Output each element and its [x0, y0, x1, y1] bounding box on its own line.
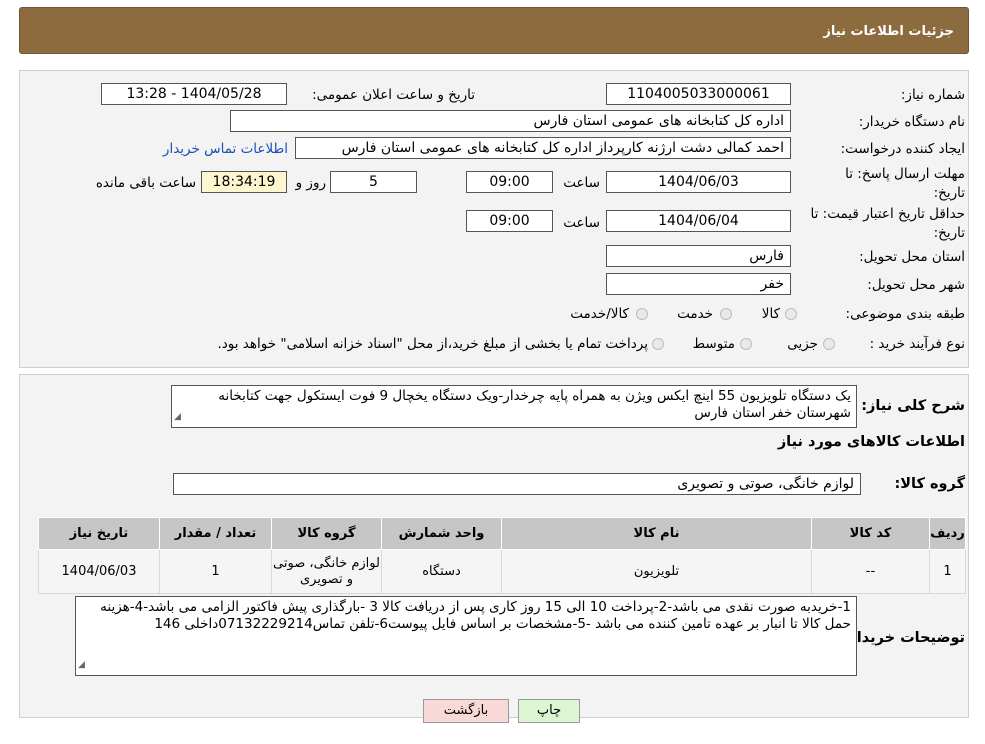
buyer-notes-label: توضیحات خریدار: [842, 630, 965, 646]
buyer-org-label: نام دستگاه خریدار: [858, 114, 965, 130]
cell-item-group: لوازم خانگی، صوتی و تصویری [271, 549, 382, 594]
col-header-row-number: ردیف [929, 517, 966, 550]
announce-date-field: 1404/05/28 - 13:28 [101, 83, 287, 105]
cell-quantity: 1 [159, 549, 272, 594]
purchase-radio-minor[interactable] [823, 338, 835, 350]
col-header-unit: واحد شمارش [381, 517, 502, 550]
category-radio-goods-service[interactable] [636, 308, 648, 320]
print-button[interactable]: چاپ [518, 699, 580, 723]
days-label: روز و [295, 175, 326, 191]
page-header: جزئیات اطلاعات نیاز [19, 7, 969, 54]
category-radio-goods[interactable] [785, 308, 797, 320]
category-label: طبقه بندی موضوعی: [845, 306, 965, 322]
purchase-note: پرداخت تمام یا بخشی از مبلغ خرید،از محل … [217, 336, 648, 352]
cell-unit: دستگاه [381, 549, 502, 594]
reply-date-field: 1404/06/03 [606, 171, 791, 193]
announce-date-label: تاریخ و ساعت اعلان عمومی: [312, 87, 475, 103]
description-label: شرح کلی نیاز: [861, 398, 965, 414]
table-header-row: ردیف کد کالا نام کالا واحد شمارش گروه کا… [38, 517, 966, 550]
purchase-radio-medium[interactable] [740, 338, 752, 350]
reply-deadline-label: مهلت ارسال پاسخ: تا تاریخ: [845, 166, 965, 201]
cell-item-code: -- [811, 549, 930, 594]
goods-group-label: گروه کالا: [894, 476, 965, 492]
cell-item-name: تلویزیون [501, 549, 812, 594]
resize-grip-icon[interactable]: ◢ [78, 657, 85, 674]
buyer-notes-textarea[interactable]: 1-خریدبه صورت نقدی می باشد-2-پرداخت 10 ا… [75, 596, 857, 676]
purchase-option-medium: متوسط [692, 336, 735, 352]
remaining-time-field: 18:34:19 [201, 171, 287, 193]
cell-row-number: 1 [929, 549, 966, 594]
days-field: 5 [330, 171, 417, 193]
description-text: یک دستگاه تلویزیون 55 اینچ ایکس ویژن به … [218, 388, 851, 421]
goods-table: ردیف کد کالا نام کالا واحد شمارش گروه کا… [38, 517, 966, 594]
col-header-item-group: گروه کالا [271, 517, 382, 550]
validity-time-label: ساعت [563, 215, 600, 231]
goods-info-title: اطلاعات کالاهای مورد نیاز [777, 434, 965, 450]
category-option-goods: کالا [761, 306, 780, 322]
category-radio-service[interactable] [720, 308, 732, 320]
category-option-goods-service: کالا/خدمت [570, 306, 629, 322]
buyer-org-field: اداره کل کتابخانه های عمومی استان فارس [230, 110, 791, 132]
buyer-notes-text: 1-خریدبه صورت نقدی می باشد-2-پرداخت 10 ا… [100, 599, 851, 632]
description-textarea[interactable]: یک دستگاه تلویزیون 55 اینچ ایکس ویژن به … [171, 385, 857, 428]
goods-group-field: لوازم خانگی، صوتی و تصویری [173, 473, 861, 495]
purchase-option-minor: جزیی [787, 336, 818, 352]
validity-time-field: 09:00 [466, 210, 553, 232]
col-header-need-date: تاریخ نیاز [38, 517, 160, 550]
creator-label: ایجاد کننده درخواست: [840, 141, 965, 157]
province-field: فارس [606, 245, 791, 267]
category-option-service: خدمت [677, 306, 713, 322]
need-number-field: 1104005033000061 [606, 83, 791, 105]
province-label: استان محل تحویل: [859, 249, 965, 265]
cell-need-date: 1404/06/03 [38, 549, 160, 594]
reply-time-field: 09:00 [466, 171, 553, 193]
need-number-label: شماره نیاز: [900, 87, 965, 103]
col-header-item-name: نام کالا [501, 517, 812, 550]
reply-time-label: ساعت [563, 175, 600, 191]
remaining-time-label: ساعت باقی مانده [95, 175, 196, 191]
table-row: 1 -- تلویزیون دستگاه لوازم خانگی، صوتی و… [38, 549, 966, 594]
validity-date-field: 1404/06/04 [606, 210, 791, 232]
city-field: خفر [606, 273, 791, 295]
resize-grip-icon[interactable]: ◢ [174, 409, 181, 426]
creator-field: احمد کمالی دشت ارژنه کارپرداز اداره کل ک… [295, 137, 791, 159]
back-button[interactable]: بازگشت [423, 699, 509, 723]
contact-buyer-link[interactable]: اطلاعات تماس خریدار [163, 141, 288, 157]
purchase-type-label: نوع فرآیند خرید : [869, 336, 965, 352]
col-header-quantity: تعداد / مقدار [159, 517, 272, 550]
col-header-item-code: کد کالا [811, 517, 930, 550]
city-label: شهر محل تحویل: [867, 277, 965, 293]
purchase-radio-treasury[interactable] [652, 338, 664, 350]
price-validity-label: حداقل تاریخ اعتبار قیمت: تا تاریخ: [810, 206, 965, 241]
page-title: جزئیات اطلاعات نیاز [823, 24, 954, 39]
